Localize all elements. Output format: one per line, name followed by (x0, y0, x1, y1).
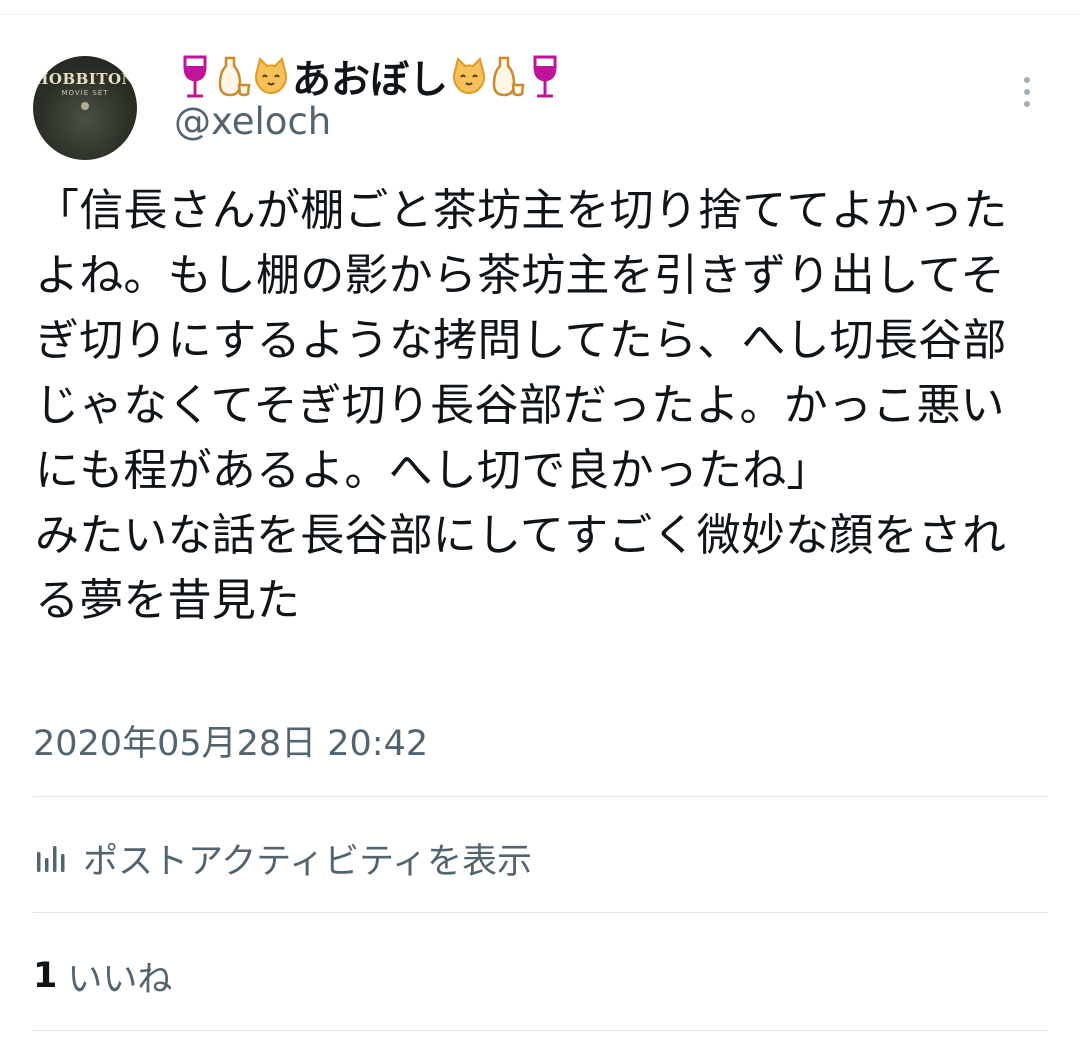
avatar-sub-text: MOVIE SET (61, 89, 109, 97)
display-name-text: あおぼし (292, 58, 449, 103)
divider (33, 1030, 1048, 1031)
more-dot-icon (1024, 101, 1030, 107)
likes-count: 1 (33, 956, 58, 996)
cat-face-icon (451, 51, 487, 103)
post-timestamp[interactable]: 2020年05月28日 20:42 (33, 715, 428, 766)
divider (33, 912, 1048, 913)
user-handle[interactable]: @xeloch (174, 100, 331, 143)
more-dot-icon (1024, 89, 1030, 95)
wine-glass-icon (177, 51, 213, 103)
display-name[interactable]: あおぼし (176, 48, 564, 106)
view-post-activity-link[interactable]: ポストアクティビティを表示 (33, 830, 532, 886)
more-dot-icon (1024, 77, 1030, 83)
sake-bottle-icon (215, 51, 251, 103)
top-divider (0, 14, 1080, 15)
more-options-button[interactable] (1011, 70, 1043, 114)
analytics-bars-icon (37, 846, 65, 872)
avatar-sign-text: HOBBITON (34, 70, 136, 88)
post-text: 「信長さんが棚ごと茶坊主を切り捨ててよかったよね。もし棚の影から茶坊主を引きずり… (35, 185, 1008, 626)
likes-label: いいね (67, 959, 173, 1000)
likes-link[interactable]: 1 いいね (33, 948, 172, 1004)
cat-face-icon (253, 51, 289, 103)
wine-glass-icon (527, 51, 563, 103)
avatar-window (81, 102, 89, 110)
view-post-activity-label: ポストアクティビティを表示 (83, 841, 533, 882)
avatar[interactable]: HOBBITON MOVIE SET (33, 56, 137, 160)
sake-bottle-icon (489, 51, 525, 103)
divider (33, 796, 1048, 797)
